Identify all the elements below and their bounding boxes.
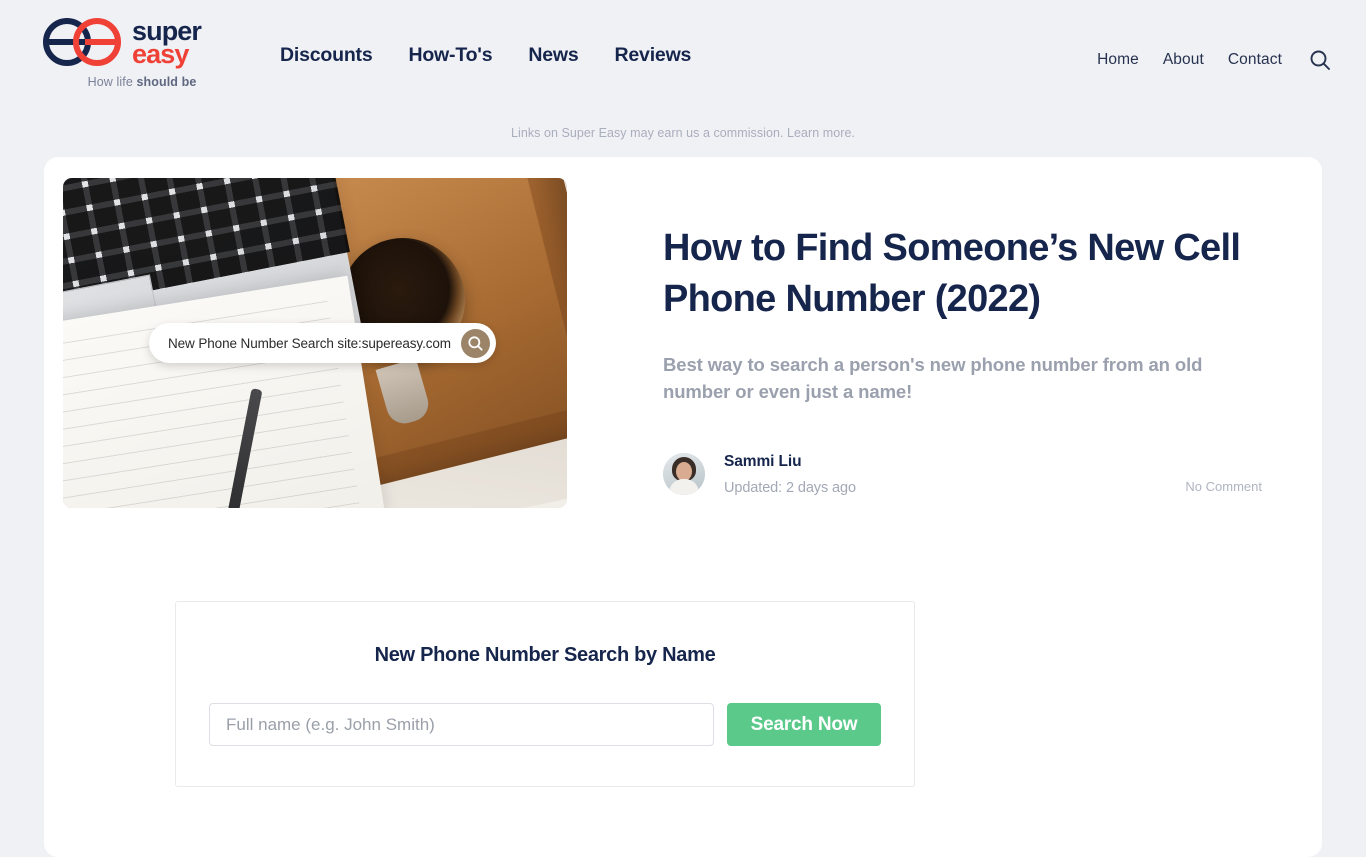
widget-title: New Phone Number Search by Name [374,644,716,666]
super-easy-logo-icon [43,18,121,67]
affiliate-disclosure: Links on Super Easy may earn us a commis… [511,126,855,140]
hero-search-pill: New Phone Number Search site:supereasy.c… [149,323,496,363]
hero-search-pill-text: New Phone Number Search site:supereasy.c… [168,335,451,351]
article-byline: Sammi Liu Updated: 2 days ago No Comment [663,453,1262,496]
brand-tagline: How life should be [42,75,242,89]
primary-navigation: Discounts How-To's News Reviews [280,0,691,67]
site-header: super easy How life should be Discounts … [0,0,1366,112]
article-updated-date: Updated: 2 days ago [724,479,856,496]
brand-word-easy: easy [132,39,189,70]
search-icon [1310,50,1330,70]
author-avatar[interactable] [663,453,705,496]
nav-item-news[interactable]: News [528,44,578,67]
comment-count[interactable]: No Comment [1185,479,1262,496]
nav-item-home[interactable]: Home [1097,51,1139,69]
brand-logo[interactable]: super easy How life should be [42,0,242,89]
widget-form: Search Now [209,703,881,746]
phone-search-widget: New Phone Number Search by Name Search N… [175,601,915,787]
nav-item-about[interactable]: About [1163,51,1204,69]
search-now-button[interactable]: Search Now [727,703,881,746]
nav-item-discounts[interactable]: Discounts [280,44,373,67]
hero-image: New Phone Number Search site:supereasy.c… [63,178,567,508]
utility-navigation: Home About Contact [1097,0,1332,72]
article-card: New Phone Number Search site:supereasy.c… [44,157,1322,857]
brand-wordmark: super easy [132,17,202,70]
nav-item-how-tos[interactable]: How-To's [408,44,492,67]
byline-text: Sammi Liu Updated: 2 days ago [724,453,856,496]
tagline-normal: How life [87,75,137,90]
full-name-input[interactable] [209,703,714,746]
article-hero: New Phone Number Search site:supereasy.c… [44,157,1322,508]
search-icon [468,335,483,351]
tagline-bold: should be [136,75,197,90]
author-name[interactable]: Sammi Liu [724,453,856,471]
nav-item-contact[interactable]: Contact [1228,51,1282,69]
article-subtitle: Best way to search a person's new phone … [663,354,1203,402]
header-search-button[interactable] [1308,48,1332,72]
article-title: How to Find Someone’s New Cell Phone Num… [663,227,1241,320]
article-meta: How to Find Someone’s New Cell Phone Num… [567,178,1322,508]
hero-search-pill-button [460,328,490,358]
nav-item-reviews[interactable]: Reviews [615,44,692,67]
brand-lockup: super easy [42,17,242,70]
